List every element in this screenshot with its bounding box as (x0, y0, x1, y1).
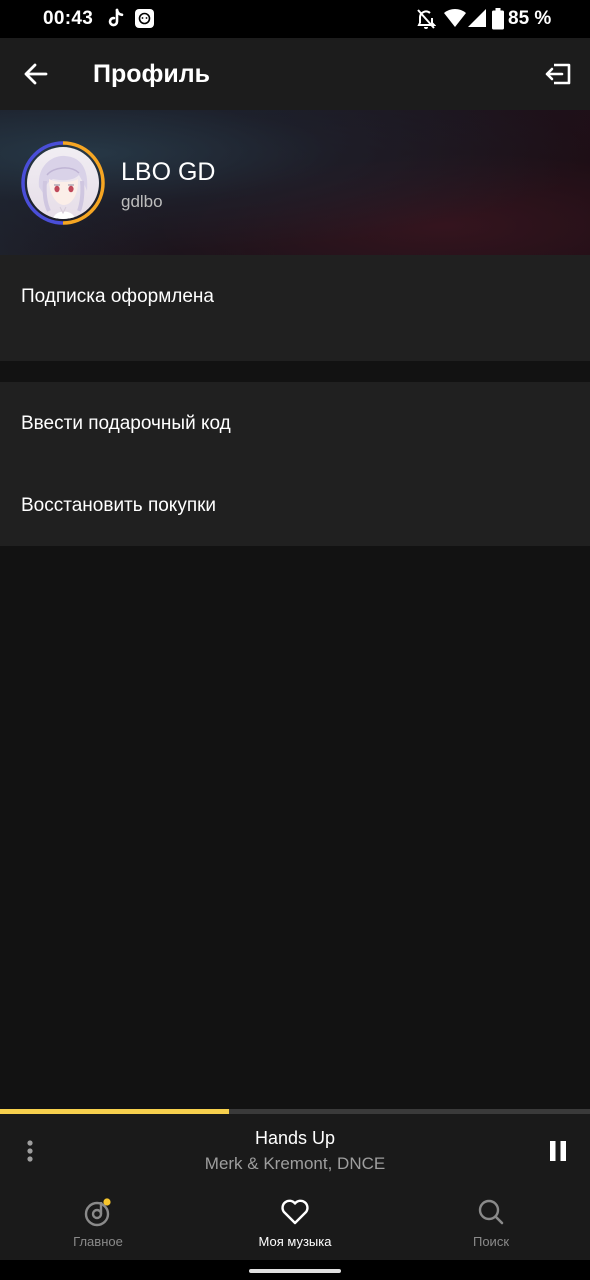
back-button[interactable] (18, 56, 54, 92)
gesture-area (0, 1260, 590, 1280)
nav-label-my-music: Моя музыка (258, 1234, 332, 1249)
battery-icon (492, 8, 504, 35)
app-bar: Профиль (0, 38, 590, 110)
subscription-row[interactable]: Подписка оформлена (0, 267, 590, 327)
status-bar: 00:43 85 % (0, 0, 590, 38)
nav-item-my-music[interactable]: Моя музыка (215, 1186, 375, 1260)
avatar[interactable] (27, 147, 99, 219)
page-title: Профиль (93, 60, 211, 88)
notification-badge (103, 1198, 111, 1206)
logout-button[interactable] (540, 56, 576, 92)
heart-icon (281, 1199, 309, 1225)
pause-button[interactable] (545, 1138, 571, 1164)
purchases-section: Ввести подарочный код Восстановить покуп… (0, 382, 590, 546)
arrow-left-icon (24, 63, 48, 85)
bottom-navigation: Главное Моя музыка Поиск (0, 1186, 590, 1260)
gift-code-row[interactable]: Ввести подарочный код (0, 394, 590, 454)
do-not-disturb-icon (416, 8, 437, 35)
battery-percentage: 85 % (508, 8, 552, 29)
gift-code-label: Ввести подарочный код (21, 413, 231, 434)
restore-purchases-row[interactable]: Восстановить покупки (0, 476, 590, 536)
status-time: 00:43 (43, 8, 94, 29)
tiktok-icon (106, 8, 126, 35)
profile-header: LBO GD gdlbo (0, 110, 590, 255)
track-artist: Merk & Kremont, DNCE (204, 1154, 386, 1173)
subscription-label: Подписка оформлена (21, 286, 214, 307)
gesture-bar[interactable] (249, 1269, 341, 1273)
subscription-section: Подписка оформлена (0, 255, 590, 361)
nav-label-home: Главное (73, 1234, 123, 1249)
search-icon (478, 1199, 504, 1225)
pause-icon (550, 1141, 566, 1161)
user-login: gdlbo (121, 192, 163, 211)
logout-icon (545, 63, 571, 85)
track-title: Hands Up (254, 1128, 336, 1148)
disc-note-icon (84, 1198, 111, 1227)
restore-purchases-label: Восстановить покупки (21, 495, 217, 516)
nav-item-home[interactable]: Главное (18, 1186, 178, 1260)
nav-label-search: Поиск (472, 1234, 510, 1249)
notification-app-icon (134, 8, 155, 34)
signal-icon (468, 8, 486, 33)
nav-item-search[interactable]: Поиск (411, 1186, 571, 1260)
mini-player[interactable]: Hands Up Merk & Kremont, DNCE (0, 1114, 590, 1186)
wifi-icon (444, 8, 466, 33)
user-name: LBO GD (121, 158, 216, 186)
